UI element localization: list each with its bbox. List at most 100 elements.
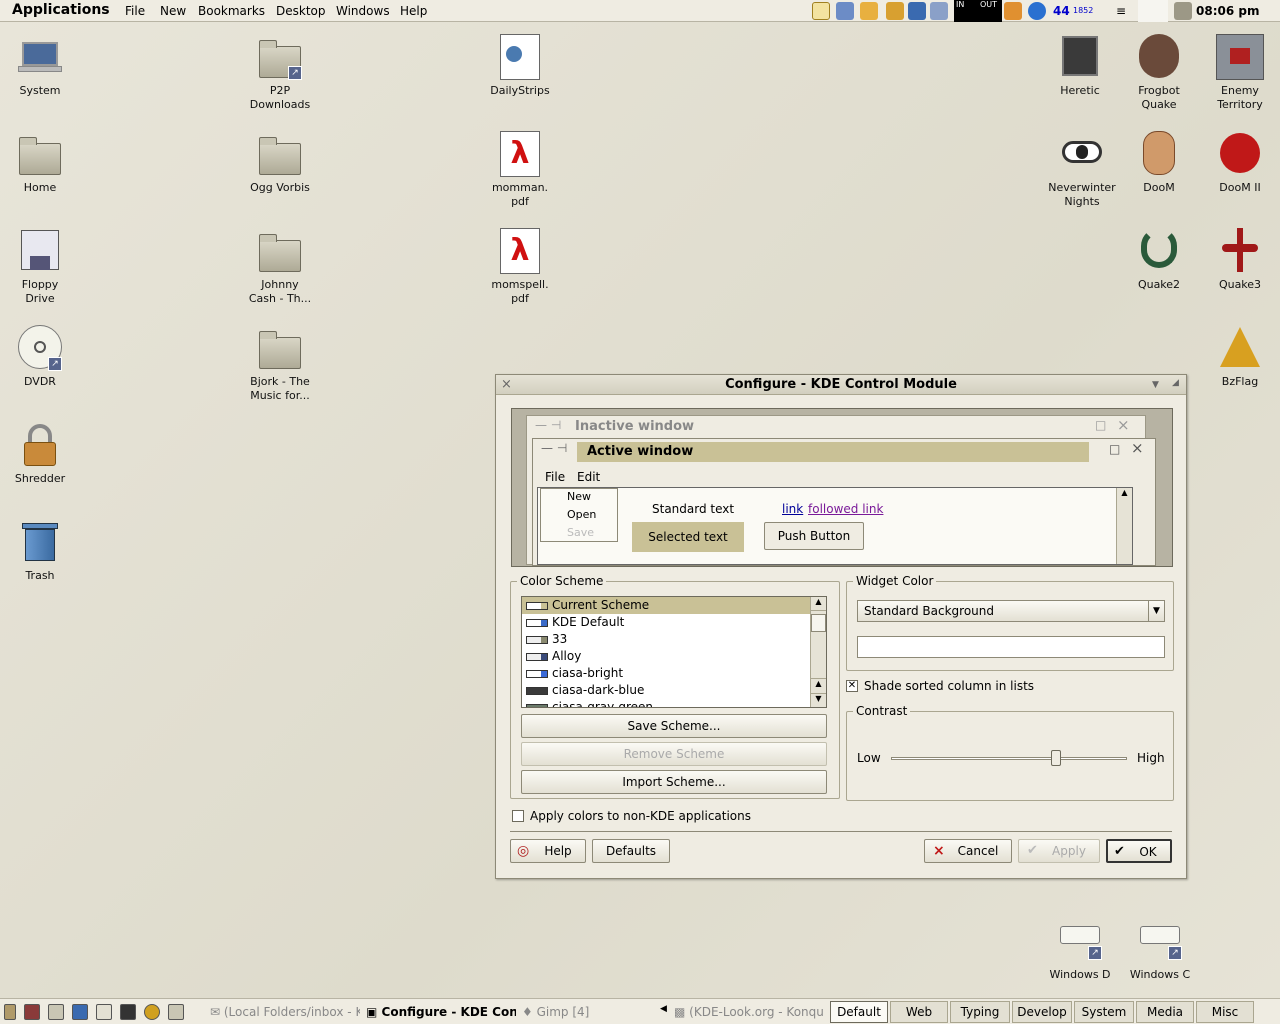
scheme-item[interactable]: KDE Default [522, 614, 826, 631]
color-preview[interactable]: — ⊣ Inactive window □ × — ⊣ Active windo… [511, 408, 1173, 567]
desktop-icon-windows-c[interactable]: ↗ Windows C [1120, 918, 1200, 982]
scheme-item[interactable]: Alloy [522, 648, 826, 665]
scheme-item[interactable]: ciasa-dark-blue [522, 682, 826, 699]
task-gimp[interactable]: ♦ Gimp [4] [522, 1005, 632, 1019]
maximize-icon[interactable]: ◢ [1172, 378, 1179, 388]
cancel-button[interactable]: × Cancel [924, 839, 1012, 863]
scroll-down-icon[interactable]: ▼ [811, 693, 826, 707]
logout-icon[interactable] [24, 1004, 40, 1020]
desktop-icon-windows-d[interactable]: ↗ Windows D [1040, 918, 1120, 982]
color-button[interactable] [857, 636, 1165, 658]
save-scheme-button[interactable]: Save Scheme... [521, 714, 827, 738]
dialog-titlebar[interactable]: × Configure - KDE Control Module ▼ ◢ [496, 375, 1186, 395]
menu-bookmarks[interactable]: Bookmarks [198, 4, 265, 18]
menu-lines-icon[interactable]: ≡ [1116, 4, 1126, 18]
desktop-icon-bzflag[interactable]: BzFlag [1200, 325, 1280, 389]
network-icon[interactable] [908, 2, 926, 20]
apply-non-kde-checkbox[interactable] [512, 810, 524, 822]
desktop-icon-doom[interactable]: DooM [1119, 131, 1199, 195]
task-konqueror[interactable]: ▩ (KDE-Look.org - Konqu [674, 1005, 826, 1019]
desktop-icon-label: momman. [491, 181, 549, 194]
desktop-icon-shredder[interactable]: Shredder [0, 422, 80, 486]
applications-menu[interactable]: Applications [12, 2, 110, 18]
scroll-up-icon[interactable]: ▲ [811, 597, 826, 611]
desktop-icon-momspell[interactable]: λ momspell. pdf [480, 228, 560, 306]
desktop-icon-system[interactable]: System [0, 34, 80, 98]
chevron-down-icon[interactable]: ▼ [1148, 601, 1164, 621]
color-scheme-list[interactable]: Current Scheme KDE Default 33 Alloy cias… [521, 596, 827, 708]
shade-icon[interactable]: ▼ [1152, 380, 1159, 390]
widget-color-combo[interactable]: Standard Background ▼ [857, 600, 1165, 622]
desktop-icon-dailystrips[interactable]: DailyStrips [480, 34, 560, 98]
desktop-icon-quake3[interactable]: Quake3 [1200, 228, 1280, 292]
desktop-tab-misc[interactable]: Misc [1196, 1001, 1254, 1023]
desktop-icon-dvdr[interactable]: ↗ DVDR [0, 325, 80, 389]
ok-button[interactable]: ✔ OK [1106, 839, 1172, 863]
desktop-icon-home[interactable]: Home [0, 131, 80, 195]
scheme-item[interactable]: 33 [522, 631, 826, 648]
desktop-tab-develop[interactable]: Develop [1012, 1001, 1072, 1023]
desktop-icon-floppy[interactable]: Floppy Drive [0, 228, 80, 306]
menu-help[interactable]: Help [400, 4, 427, 18]
desktop-icon-neverwinter[interactable]: Neverwinter Nights [1042, 131, 1122, 209]
kmail-icon[interactable] [72, 1004, 88, 1020]
desktop-icon-doom2[interactable]: DooM II [1200, 131, 1280, 195]
menu-new[interactable]: New [160, 4, 186, 18]
apply-button[interactable]: ✔ Apply [1018, 839, 1100, 863]
desktop-preview-icon[interactable] [48, 1004, 64, 1020]
book-icon[interactable] [1174, 2, 1192, 20]
chevron-left-icon[interactable]: ◀ [660, 1004, 667, 1014]
lock-screen-icon[interactable] [4, 1004, 16, 1020]
task-configure[interactable]: ▣ Configure - KDE Con [366, 1005, 516, 1019]
contrast-slider-handle[interactable] [1051, 750, 1062, 766]
desktop-tab-web[interactable]: Web [890, 1001, 948, 1023]
desktop-icon-johnny[interactable]: Johnny Cash - Th... [240, 228, 320, 306]
scheme-item[interactable]: ciasa-gray-green [522, 699, 826, 707]
desktop-icon-heretic[interactable]: Heretic [1040, 34, 1120, 98]
menu-file[interactable]: File [125, 4, 145, 18]
desktop-icon-trash[interactable]: Trash [0, 519, 80, 583]
desktop-tab-default[interactable]: Default [830, 1001, 888, 1023]
scheme-item[interactable]: ciasa-bright [522, 665, 826, 682]
desktop-icon-frogbot[interactable]: Frogbot Quake [1119, 34, 1199, 112]
volume-icon[interactable] [836, 2, 854, 20]
file-manager-icon[interactable] [96, 1004, 112, 1020]
shade-sorted-checkbox[interactable]: ✕ [846, 680, 858, 692]
desktop-icon-ogg[interactable]: Ogg Vorbis [240, 131, 320, 195]
menu-windows[interactable]: Windows [336, 4, 390, 18]
play-icon[interactable] [1028, 2, 1046, 20]
clock[interactable]: 08:06 pm [1196, 4, 1259, 18]
desktop-tab-typing[interactable]: Typing [950, 1001, 1010, 1023]
terminal-icon[interactable] [120, 1004, 136, 1020]
browser-icon[interactable] [144, 1004, 160, 1020]
users-icon[interactable] [886, 2, 904, 20]
task-inbox[interactable]: ✉ (Local Folders/inbox - K [210, 1005, 360, 1019]
kde-icon[interactable] [812, 2, 830, 20]
desktop-icon-enemy-territory[interactable]: Enemy Territory [1200, 34, 1280, 112]
desktop-tab-media[interactable]: Media [1136, 1001, 1194, 1023]
desktop-icon-p2p[interactable]: ↗ P2P Downloads [240, 34, 320, 112]
monitor-icon[interactable] [930, 2, 948, 20]
task-label: (KDE-Look.org - Konqu [689, 1005, 824, 1019]
desktop-tab-system[interactable]: System [1074, 1001, 1134, 1023]
pager-widget[interactable] [1138, 0, 1168, 22]
clipboard-icon[interactable] [860, 2, 878, 20]
scheme-item[interactable]: Current Scheme [522, 597, 826, 614]
help-button[interactable]: ◎ Help [510, 839, 586, 863]
import-scheme-button[interactable]: Import Scheme... [521, 770, 827, 794]
contrast-slider-track[interactable] [891, 757, 1127, 760]
scroll-up-icon[interactable]: ▲ [811, 678, 826, 692]
desktop-icon-bjork[interactable]: Bjork - The Music for... [240, 325, 320, 403]
folder-icon[interactable] [168, 1004, 184, 1020]
desktop-icon-momman[interactable]: λ momman. pdf [480, 131, 560, 209]
top-panel: Applications File New Bookmarks Desktop … [0, 0, 1280, 22]
scheme-list-scrollbar[interactable]: ▲ ▲ ▼ [810, 597, 826, 707]
scroll-thumb[interactable] [811, 614, 826, 632]
package-icon[interactable] [1004, 2, 1022, 20]
defaults-button[interactable]: Defaults [592, 839, 670, 863]
selected-text-sample: Selected text [632, 522, 744, 552]
preview-scrollbar: ▲ [1116, 488, 1132, 564]
desktop-icon-quake2[interactable]: Quake2 [1119, 228, 1199, 292]
menu-desktop[interactable]: Desktop [276, 4, 326, 18]
remove-scheme-button[interactable]: Remove Scheme [521, 742, 827, 766]
